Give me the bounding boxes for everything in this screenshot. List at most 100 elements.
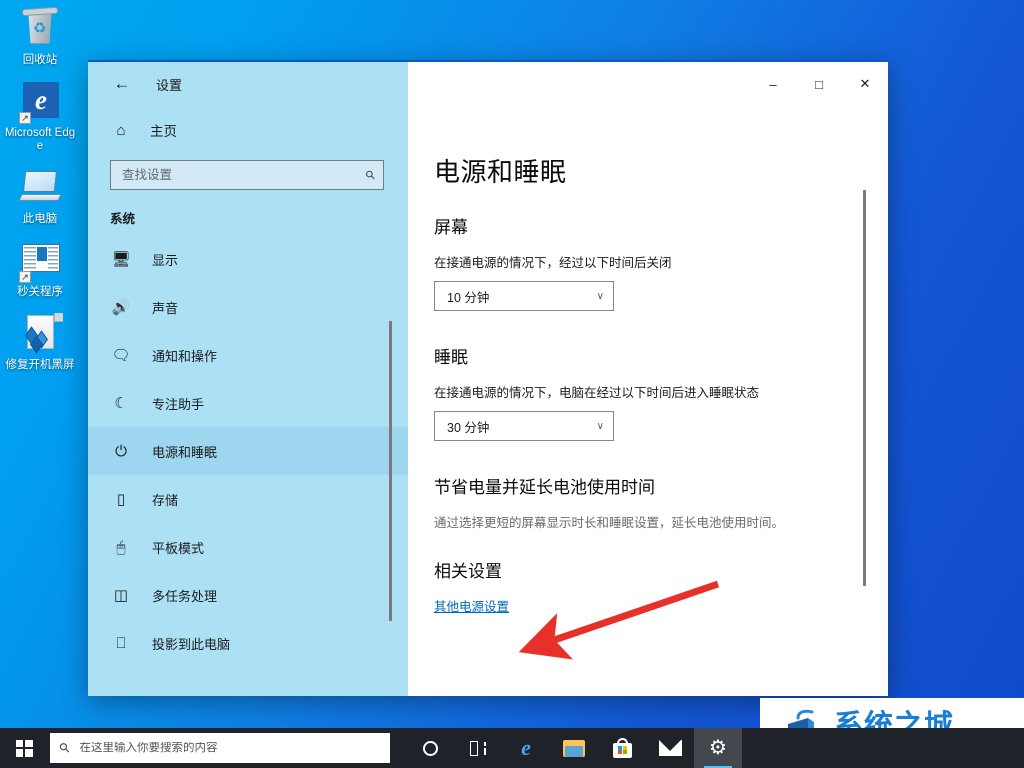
window-body: ⌂ 主页 ⚲ 系统 🖥 显示 🔊 [88, 106, 888, 696]
desktop: ♻ 回收站 e ↗ Microsoft Edge 此电脑 ↗ 秒关程序 [0, 0, 1024, 768]
edge-icon: e ↗ [17, 81, 63, 125]
sidebar-search-wrap: ⚲ [88, 148, 408, 190]
chevron-down-icon: ∨ [597, 421, 604, 432]
settings-content: 电源和睡眠 屏幕 在接通电源的情况下，经过以下时间后关闭 10 分钟 ∨ 睡眠 … [408, 106, 888, 696]
sidebar-item-label: 存储 [152, 490, 178, 509]
page-title: 电源和睡眠 [434, 152, 888, 189]
desktop-icon-microsoft-edge[interactable]: e ↗ Microsoft Edge [0, 81, 80, 153]
settings-sidebar: ⌂ 主页 ⚲ 系统 🖥 显示 🔊 [88, 106, 408, 696]
moon-icon: ☾ [110, 392, 132, 414]
chevron-down-icon: ∨ [597, 291, 604, 302]
settings-search-box[interactable]: ⚲ [110, 160, 384, 190]
sidebar-item-notifications[interactable]: 🗨 通知和操作 [88, 331, 408, 379]
content-inner: 电源和睡眠 屏幕 在接通电源的情况下，经过以下时间后关闭 10 分钟 ∨ 睡眠 … [408, 106, 888, 616]
sidebar-item-power-and-sleep[interactable]: ⏻ 电源和睡眠 [88, 427, 408, 475]
this-pc-icon [17, 167, 63, 211]
project-icon: ⎕ [110, 632, 132, 654]
screen-timeout-value: 10 分钟 [447, 287, 489, 306]
sleep-timeout-dropdown[interactable]: 30 分钟 ∨ [434, 411, 614, 441]
mail-icon[interactable] [646, 728, 694, 768]
desktop-icon-repair-black-screen[interactable]: 修复开机黑屏 [0, 313, 80, 372]
taskbar-icons: e ⚙ [406, 728, 742, 768]
desktop-icon-label: 修复开机黑屏 [0, 359, 80, 372]
screen-section: 屏幕 在接通电源的情况下，经过以下时间后关闭 10 分钟 ∨ [434, 213, 888, 311]
windows-start-icon[interactable] [0, 728, 48, 768]
back-arrow-icon[interactable]: ← [110, 72, 134, 96]
sidebar-item-projecting-to-this-pc[interactable]: ⎕ 投影到此电脑 [88, 619, 408, 667]
maximize-button[interactable]: □ [796, 62, 842, 106]
repair-document-icon [17, 313, 63, 357]
window-titlebar: ← 设置 – □ ✕ [88, 62, 888, 106]
sidebar-item-display[interactable]: 🖥 显示 [88, 235, 408, 283]
sidebar-item-label: 多任务处理 [152, 586, 217, 605]
sidebar-item-label: 电源和睡眠 [152, 442, 217, 461]
sidebar-home-label: 主页 [150, 120, 177, 140]
sleep-description: 在接通电源的情况下，电脑在经过以下时间后进入睡眠状态 [434, 382, 888, 401]
edge-icon[interactable]: e [502, 728, 550, 768]
battery-saving-description: 通过选择更短的屏幕显示时长和睡眠设置，延长电池使用时间。 [434, 512, 888, 531]
desktop-icon-this-pc[interactable]: 此电脑 [0, 167, 80, 226]
sidebar-item-label: 显示 [152, 250, 178, 269]
sidebar-item-label: 通知和操作 [152, 346, 217, 365]
task-view-icon[interactable] [454, 728, 502, 768]
sleep-heading: 睡眠 [434, 343, 888, 368]
power-icon: ⏻ [110, 440, 132, 462]
sidebar-item-tablet-mode[interactable]: 🖱 平板模式 [88, 523, 408, 571]
desktop-icon-label: 秒关程序 [0, 286, 80, 299]
related-settings-heading: 相关设置 [434, 557, 888, 582]
sidebar-category-label: 系统 [88, 190, 408, 233]
settings-window: ← 设置 – □ ✕ ⌂ 主页 ⚲ [88, 60, 888, 696]
desktop-icon-label: 回收站 [0, 54, 80, 67]
taskbar: ⚲ e ⚙ [0, 728, 1024, 768]
battery-saving-heading: 节省电量并延长电池使用时间 [434, 473, 888, 498]
window-controls: – □ ✕ [750, 62, 888, 106]
titlebar-left: ← 设置 [88, 62, 408, 106]
window-title: 设置 [156, 75, 182, 94]
monitor-icon: 🖥 [110, 248, 132, 270]
speaker-icon: 🔊 [110, 296, 132, 318]
sidebar-item-multitasking[interactable]: ◫ 多任务处理 [88, 571, 408, 619]
sleep-timeout-value: 30 分钟 [447, 417, 489, 436]
sidebar-item-label: 平板模式 [152, 538, 204, 557]
tablet-icon: 🖱 [110, 536, 132, 558]
microsoft-store-icon[interactable] [598, 728, 646, 768]
storage-icon: ▯ [110, 488, 132, 510]
minimize-button[interactable]: – [750, 62, 796, 106]
sidebar-scrollbar[interactable] [389, 321, 392, 621]
file-explorer-icon[interactable] [550, 728, 598, 768]
recycle-bin-icon: ♻ [17, 8, 63, 52]
desktop-icon-label: Microsoft Edge [0, 127, 80, 153]
program-window-icon: ↗ [17, 240, 63, 284]
related-settings-section: 相关设置 其他电源设置 [434, 557, 888, 616]
other-power-settings-link[interactable]: 其他电源设置 [434, 600, 509, 614]
sidebar-item-label: 声音 [152, 298, 178, 317]
settings-gear-icon[interactable]: ⚙ [694, 728, 742, 768]
battery-saving-section: 节省电量并延长电池使用时间 通过选择更短的屏幕显示时长和睡眠设置，延长电池使用时… [434, 473, 888, 531]
desktop-icon-quick-close-program[interactable]: ↗ 秒关程序 [0, 240, 80, 299]
sidebar-item-label: 投影到此电脑 [152, 634, 230, 653]
taskbar-search-input[interactable] [80, 742, 380, 754]
search-icon: ⚲ [56, 739, 74, 757]
sidebar-item-home[interactable]: ⌂ 主页 [88, 112, 408, 148]
desktop-icon-recycle-bin[interactable]: ♻ 回收站 [0, 8, 80, 67]
screen-description: 在接通电源的情况下，经过以下时间后关闭 [434, 252, 888, 271]
titlebar-drag-area[interactable] [408, 62, 750, 106]
sidebar-item-storage[interactable]: ▯ 存储 [88, 475, 408, 523]
screen-timeout-dropdown[interactable]: 10 分钟 ∨ [434, 281, 614, 311]
close-button[interactable]: ✕ [842, 62, 888, 106]
desktop-icon-list: ♻ 回收站 e ↗ Microsoft Edge 此电脑 ↗ 秒关程序 [0, 8, 80, 386]
multitask-icon: ◫ [110, 584, 132, 606]
sidebar-item-label: 专注助手 [152, 394, 204, 413]
desktop-icon-label: 此电脑 [0, 213, 80, 226]
settings-search-input[interactable] [122, 168, 366, 182]
sidebar-item-focus-assist[interactable]: ☾ 专注助手 [88, 379, 408, 427]
cortana-icon[interactable] [406, 728, 454, 768]
sidebar-item-sound[interactable]: 🔊 声音 [88, 283, 408, 331]
sleep-section: 睡眠 在接通电源的情况下，电脑在经过以下时间后进入睡眠状态 30 分钟 ∨ [434, 343, 888, 441]
screen-heading: 屏幕 [434, 213, 888, 238]
notification-icon: 🗨 [110, 344, 132, 366]
taskbar-search-box[interactable]: ⚲ [50, 733, 390, 763]
content-scrollbar[interactable] [863, 190, 866, 586]
home-icon: ⌂ [110, 122, 132, 139]
sidebar-nav: 🖥 显示 🔊 声音 🗨 通知和操作 ☾ 专注助手 [88, 233, 408, 667]
